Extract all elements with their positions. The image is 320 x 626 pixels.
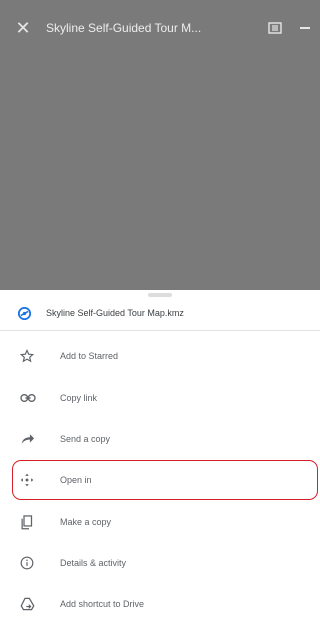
- menu-item-add-to-starred[interactable]: Add to Starred: [0, 336, 320, 376]
- file-icon: [18, 306, 46, 320]
- menu-item-copy-link[interactable]: Copy link: [0, 378, 320, 418]
- menu-item-make-a-copy[interactable]: Make a copy: [0, 502, 320, 542]
- menu-item-label: Copy link: [60, 393, 98, 403]
- menu-item-label: Add shortcut to Drive: [60, 599, 145, 609]
- link-icon: [20, 393, 52, 403]
- star-icon: [20, 349, 52, 363]
- divider: [0, 330, 320, 331]
- details-icon[interactable]: [260, 0, 290, 56]
- copy-icon: [20, 514, 52, 530]
- drive-shortcut-icon: [20, 597, 52, 611]
- info-icon: [20, 556, 52, 570]
- file-name: Skyline Self-Guided Tour Map.kmz: [46, 308, 184, 318]
- more-icon[interactable]: [290, 0, 320, 56]
- menu-item-label: Make a copy: [60, 517, 112, 527]
- menu-item-details-activity[interactable]: Details & activity: [0, 543, 320, 583]
- share-icon: [20, 433, 52, 445]
- top-app-bar: ✕ Skyline Self-Guided Tour M...: [0, 0, 320, 56]
- close-icon[interactable]: ✕: [0, 0, 46, 56]
- file-header: Skyline Self-Guided Tour Map.kmz: [0, 296, 320, 330]
- menu-item-label: Send a copy: [60, 434, 111, 444]
- menu-item-label: Add to Starred: [60, 351, 119, 361]
- highlight-outline: [12, 460, 318, 500]
- menu-item-add-shortcut-to-drive[interactable]: Add shortcut to Drive: [0, 584, 320, 624]
- menu-item-send-a-copy[interactable]: Send a copy: [0, 419, 320, 459]
- menu-item-label: Details & activity: [60, 558, 127, 568]
- document-title: Skyline Self-Guided Tour M...: [46, 21, 202, 35]
